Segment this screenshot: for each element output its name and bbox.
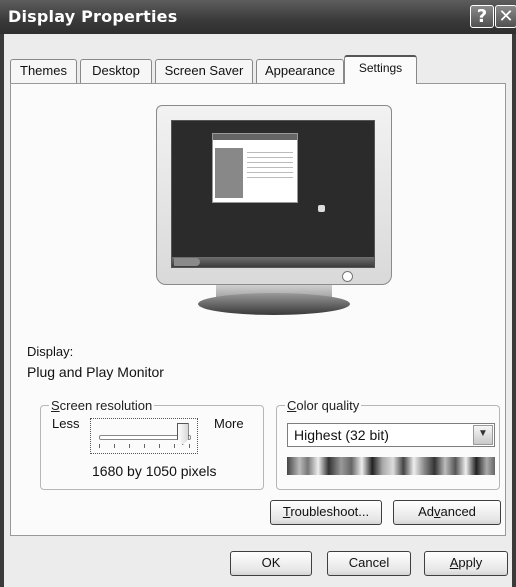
- window-frame-right: [512, 34, 516, 587]
- monitor-bezel: [156, 105, 392, 285]
- help-icon[interactable]: ?: [470, 5, 494, 28]
- preview-taskbar: [172, 257, 374, 267]
- color-quality-value: Highest (32 bit): [294, 427, 389, 443]
- monitor-base: [198, 293, 350, 315]
- display-value: Plug and Play Monitor: [27, 364, 164, 380]
- slider-thumb[interactable]: [176, 423, 189, 445]
- cancel-button[interactable]: Cancel: [327, 551, 411, 576]
- recycle-bin-icon: [318, 205, 325, 212]
- color-quality-legend: Color quality: [287, 398, 360, 413]
- power-led-icon: [342, 271, 353, 282]
- advanced-button[interactable]: Advanced: [393, 500, 501, 525]
- close-icon[interactable]: ✕: [495, 5, 516, 28]
- resolution-slider[interactable]: [90, 418, 198, 454]
- resolution-value: 1680 by 1050 pixels: [92, 463, 217, 479]
- tab-settings[interactable]: Settings: [344, 55, 417, 84]
- title-bar[interactable]: Display Properties ? ✕: [0, 0, 516, 34]
- ok-button[interactable]: OK: [230, 551, 312, 576]
- tab-themes[interactable]: Themes: [10, 59, 77, 83]
- preview-window: [212, 133, 298, 203]
- color-sample-bar: [287, 457, 495, 475]
- color-quality-select[interactable]: Highest (32 bit) ▼: [287, 423, 495, 447]
- troubleshoot-button[interactable]: Troubleshoot...: [270, 500, 382, 525]
- monitor-icon: [156, 105, 392, 321]
- start-button-icon: [174, 258, 200, 266]
- tab-appearance[interactable]: Appearance: [256, 59, 344, 83]
- display-label: Display:: [27, 344, 74, 359]
- slider-ticks: [99, 444, 191, 448]
- chevron-down-icon[interactable]: ▼: [473, 425, 493, 445]
- tab-desktop[interactable]: Desktop: [80, 59, 152, 83]
- apply-button[interactable]: Apply: [424, 551, 508, 576]
- window-frame-left: [0, 34, 4, 587]
- monitor-screen: [171, 120, 375, 268]
- tab-screen-saver[interactable]: Screen Saver: [155, 59, 253, 83]
- more-label: More: [214, 416, 244, 431]
- window-title: Display Properties: [8, 7, 178, 26]
- less-label: Less: [52, 416, 80, 431]
- screen-resolution-legend: Screen resolution: [51, 398, 153, 413]
- display-properties-window: Display Properties ? ✕ Themes Desktop Sc…: [0, 0, 516, 587]
